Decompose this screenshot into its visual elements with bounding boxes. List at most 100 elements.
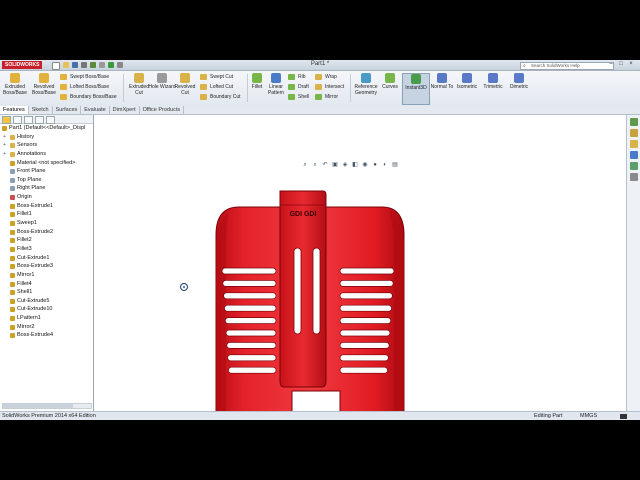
instant3d-icon: [411, 74, 421, 84]
tree-node[interactable]: Cut-Extrude1: [0, 254, 93, 263]
normal-to-button[interactable]: Normal To: [430, 73, 454, 103]
vent-slot: [339, 267, 395, 275]
tree-node[interactable]: + Annotations: [0, 150, 93, 159]
rib-button[interactable]: Rib: [288, 73, 306, 81]
tree-node[interactable]: Fillet1: [0, 210, 93, 219]
view-palette-icon[interactable]: [630, 151, 638, 159]
vent-slot: [339, 280, 394, 287]
tree-node[interactable]: Material <not specified>: [0, 159, 93, 168]
tree-node[interactable]: Front Plane: [0, 167, 93, 176]
restore-button[interactable]: □: [617, 61, 625, 68]
resources-icon[interactable]: [630, 118, 638, 126]
tree-node[interactable]: Top Plane: [0, 176, 93, 185]
expand-toggle-icon[interactable]: +: [3, 150, 6, 159]
tab-surfaces[interactable]: Surfaces: [53, 106, 82, 114]
boundary-icon: [60, 94, 67, 100]
expand-toggle-icon[interactable]: +: [3, 133, 6, 142]
revolved-cut-button[interactable]: Revolved Cut: [171, 73, 199, 103]
help-icon[interactable]: [620, 414, 627, 419]
configuration-manager-tab-icon[interactable]: [24, 116, 33, 124]
instant3d-button[interactable]: Instant3D: [402, 73, 430, 105]
tree-node[interactable]: Cut-Extrude10: [0, 305, 93, 314]
display-manager-tab-icon[interactable]: [46, 116, 55, 124]
title-bar: SOLIDWORKS Part1 * ⌕ Search SolidWorks H…: [0, 60, 640, 71]
tab-office-products[interactable]: Office Products: [140, 106, 185, 114]
task-pane: [626, 115, 640, 411]
extruded-boss-button[interactable]: Extruded Boss/Base: [1, 73, 29, 103]
tree-node[interactable]: + Sensors: [0, 141, 93, 150]
dimetric-icon: [514, 73, 524, 83]
left-vent-slots: [221, 267, 277, 374]
trimetric-button[interactable]: Trimetric: [480, 73, 506, 103]
tree-node[interactable]: Boss-Extrude4: [0, 331, 93, 340]
wrap-icon: [315, 74, 322, 80]
draft-button[interactable]: Draft: [288, 83, 309, 91]
scrollbar-thumb[interactable]: [3, 404, 73, 408]
tab-evaluate[interactable]: Evaluate: [81, 106, 110, 114]
tree-node-label: Boss-Extrude2: [17, 228, 54, 235]
swept-cut-button[interactable]: Swept Cut: [200, 73, 233, 81]
lofted-cut-icon: [200, 84, 207, 90]
tree-node[interactable]: Right Plane: [0, 184, 93, 193]
rib-icon: [288, 74, 295, 80]
shell-button[interactable]: Shell: [288, 93, 309, 101]
tab-features[interactable]: Features: [0, 106, 29, 114]
custom-properties-icon[interactable]: [630, 173, 638, 181]
tree-node[interactable]: Fillet2: [0, 236, 93, 245]
mirror-button[interactable]: Mirror: [315, 93, 338, 101]
revolved-boss-button[interactable]: Revolved Boss/Base: [30, 73, 58, 103]
tree-node[interactable]: Origin: [0, 193, 93, 202]
help-search-input[interactable]: ⌕ Search SolidWorks Help: [520, 62, 614, 70]
graphics-area[interactable]: ⌕ ⌕ ↶ ▣ ◈ ◧ ◉ ● ◐ ▤ GDI GDI: [94, 115, 626, 411]
material-icon: [10, 160, 15, 166]
tree-node[interactable]: Part1 (Default<<Default>_Displ: [0, 124, 93, 133]
minimize-button[interactable]: –: [607, 61, 615, 68]
wrap-button[interactable]: Wrap: [315, 73, 337, 81]
curves-button[interactable]: Curves: [380, 73, 400, 103]
tree-node[interactable]: Fillet3: [0, 245, 93, 254]
tree-node[interactable]: Cut-Extrude5: [0, 297, 93, 306]
tree-node[interactable]: + History: [0, 133, 93, 142]
dimetric-button[interactable]: Dimetric: [506, 73, 532, 103]
origin-icon: [10, 195, 15, 201]
feature-tree-tab-icon[interactable]: [2, 116, 11, 124]
design-library-icon[interactable]: [630, 129, 638, 137]
dimxpert-manager-tab-icon[interactable]: [35, 116, 44, 124]
reference-geometry-button[interactable]: Reference Geometry: [351, 73, 381, 103]
property-manager-tab-icon[interactable]: [13, 116, 22, 124]
tree-node[interactable]: Boss-Extrude2: [0, 228, 93, 237]
boundary-cut-button[interactable]: Boundary Cut: [200, 93, 241, 101]
tree-horizontal-scrollbar[interactable]: [2, 403, 92, 409]
feature-icon: [10, 264, 15, 270]
tree-node[interactable]: Boss-Extrude1: [0, 202, 93, 211]
file-explorer-icon[interactable]: [630, 140, 638, 148]
tree-node-label: Fillet2: [17, 237, 32, 244]
model-viewport[interactable]: GDI GDI: [94, 115, 626, 411]
expand-toggle-icon[interactable]: +: [3, 141, 6, 150]
window-controls: – □ ×: [607, 61, 635, 68]
lofted-boss-button[interactable]: Lofted Boss/Base: [60, 83, 109, 91]
intersect-button[interactable]: Intersect: [315, 83, 344, 91]
tab-dimxpert[interactable]: DimXpert: [110, 106, 140, 114]
fillet-button[interactable]: Fillet: [247, 73, 267, 103]
tree-node[interactable]: Mirror1: [0, 271, 93, 280]
isometric-button[interactable]: Isometric: [454, 73, 480, 103]
tree-node[interactable]: Boss-Extrude3: [0, 262, 93, 271]
right-vent-slots: [339, 267, 395, 374]
tab-sketch[interactable]: Sketch: [29, 106, 53, 114]
close-button[interactable]: ×: [627, 61, 635, 68]
tree-node[interactable]: Mirror2: [0, 323, 93, 332]
unit-system-button[interactable]: MMGS: [580, 412, 597, 420]
linear-pattern-button[interactable]: Linear Pattern: [265, 73, 287, 103]
tree-node[interactable]: Sweep1: [0, 219, 93, 228]
trimetric-icon: [488, 73, 498, 83]
tree-node[interactable]: LPattern1: [0, 314, 93, 323]
appearances-icon[interactable]: [630, 162, 638, 170]
tree-node[interactable]: Fillet4: [0, 280, 93, 289]
reference-geometry-icon: [361, 73, 371, 83]
boundary-boss-button[interactable]: Boundary Boss/Base: [60, 93, 117, 101]
tree-node[interactable]: Shell1: [0, 288, 93, 297]
swept-boss-button[interactable]: Swept Boss/Base: [60, 73, 109, 81]
lofted-cut-button[interactable]: Lofted Cut: [200, 83, 233, 91]
red-housing-model[interactable]: GDI GDI: [215, 190, 405, 411]
